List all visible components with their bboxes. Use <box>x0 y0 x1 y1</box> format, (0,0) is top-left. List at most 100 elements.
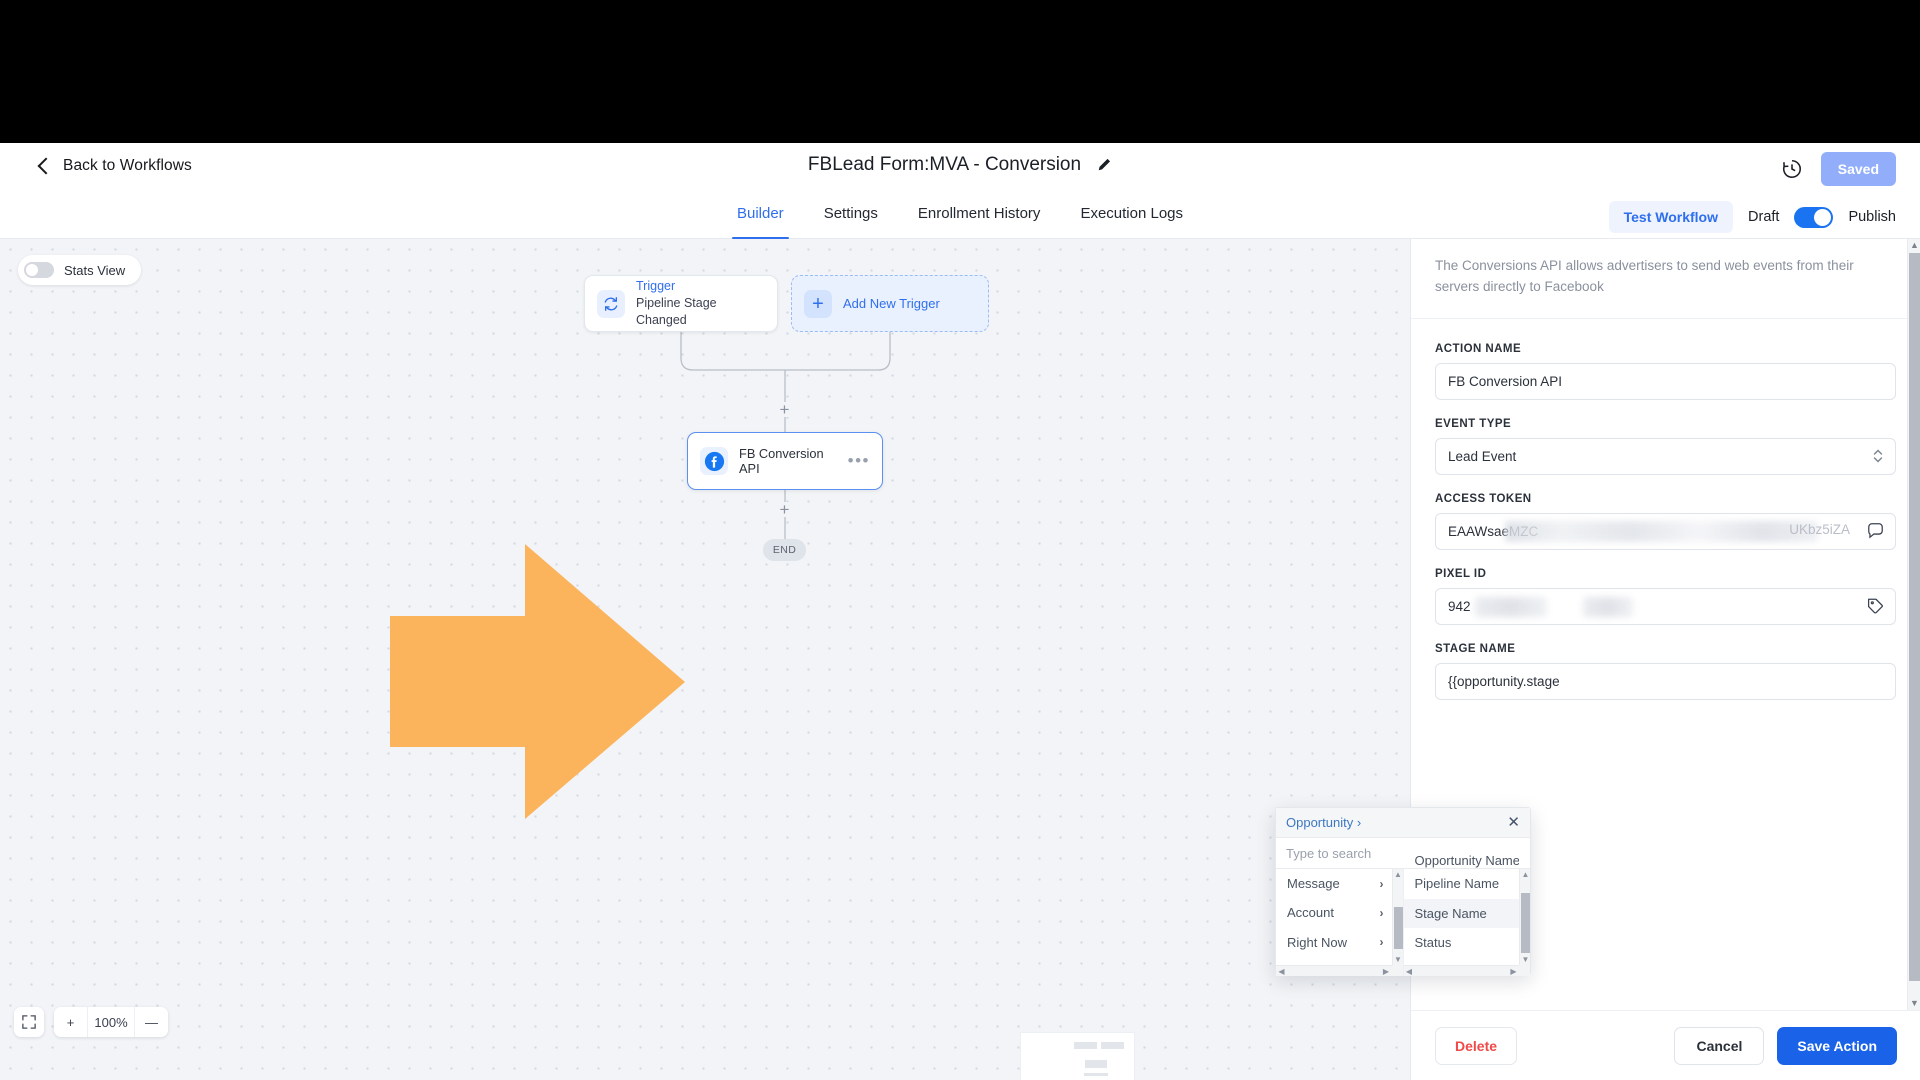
ellipsis-icon[interactable]: ••• <box>848 452 870 469</box>
pencil-icon[interactable] <box>1096 157 1112 173</box>
clock-history-icon[interactable] <box>1781 158 1803 180</box>
scroll-left-arrow-icon[interactable]: ◀ <box>1276 966 1287 977</box>
saved-button[interactable]: Saved <box>1820 152 1896 186</box>
list-item-label: Message <box>1287 876 1340 892</box>
scroll-left-arrow-icon[interactable]: ◀ <box>1404 966 1415 977</box>
trigger-node-title: Trigger <box>636 279 676 294</box>
browser-chrome-strip <box>0 0 1920 143</box>
fullscreen-expand-icon[interactable] <box>14 1007 44 1037</box>
panel-footer: Delete Cancel Save Action <box>1411 1010 1920 1080</box>
trigger-node-subtitle: Pipeline Stage Changed <box>636 296 717 327</box>
field-label: ACTION NAME <box>1435 342 1522 355</box>
add-new-trigger-label: Add New Trigger <box>843 296 940 311</box>
variable-picker-popup[interactable]: Opportunity › ✕ Message › Account › Right … <box>1275 807 1531 977</box>
delete-button[interactable]: Delete <box>1435 1026 1518 1065</box>
tab-settings[interactable]: Settings <box>822 195 880 239</box>
action-node-fb-conversion-api[interactable]: FB Conversion API ••• <box>687 432 883 490</box>
workflow-app: Back to Workflows FBLead Form:MVA - Conv… <box>0 143 1920 1080</box>
redacted-pixel-overlay <box>1583 596 1633 617</box>
test-workflow-button[interactable]: Test Workflow <box>1608 201 1734 233</box>
field-label: STAGE NAME <box>1435 642 1516 655</box>
panel-description: The Conversions API allows advertisers t… <box>1411 239 1920 319</box>
add-new-trigger-node[interactable]: + Add New Trigger <box>791 275 989 332</box>
chevron-left-icon <box>37 157 55 175</box>
app-header: Back to Workflows FBLead Form:MVA - Conv… <box>0 143 1920 195</box>
minimap-node <box>1101 1042 1124 1049</box>
list-item[interactable]: Status <box>1404 928 1520 957</box>
add-step-plus-top[interactable]: + <box>777 401 792 418</box>
zoom-in-button[interactable]: + <box>54 1007 87 1037</box>
picker-left-column: Message › Account › Right Now › Attribution… <box>1276 869 1404 976</box>
event-type-select-wrap <box>1435 437 1896 475</box>
pixel-id-wrap <box>1435 587 1896 625</box>
chevron-right-icon: › <box>1379 876 1384 891</box>
end-node: END <box>763 539 806 561</box>
cancel-button[interactable]: Cancel <box>1674 1026 1765 1065</box>
scroll-up-arrow-icon[interactable]: ▲ <box>1908 239 1920 252</box>
scroll-up-arrow-icon[interactable]: ▲ <box>1520 869 1531 880</box>
add-step-plus-bottom[interactable]: + <box>777 501 792 518</box>
close-icon[interactable]: ✕ <box>1507 815 1520 830</box>
scroll-down-arrow-icon[interactable]: ▼ <box>1908 997 1920 1010</box>
scroll-right-arrow-icon[interactable]: ▶ <box>1508 966 1519 977</box>
publish-toggle[interactable] <box>1794 206 1834 228</box>
field-event-type: EVENT TYPE <box>1435 418 1896 475</box>
save-action-button[interactable]: Save Action <box>1777 1026 1897 1065</box>
list-item[interactable]: Right Now › <box>1276 928 1392 957</box>
toggle-knob <box>1814 208 1832 226</box>
picker-right-list: Opportunity Name Pipeline Name Stage Nam… <box>1403 853 1520 965</box>
field-label: ACCESS TOKEN <box>1435 492 1532 505</box>
field-label: EVENT TYPE <box>1435 417 1512 430</box>
action-name-input[interactable] <box>1435 362 1896 400</box>
picker-left-hscrollbar[interactable]: ◀ ▶ <box>1276 965 1392 976</box>
stats-view-toggle[interactable]: Stats View <box>18 255 142 285</box>
scroll-down-arrow-icon[interactable]: ▼ <box>1393 954 1404 965</box>
scroll-down-arrow-icon[interactable]: ▼ <box>1520 954 1531 965</box>
minimap-node <box>1084 1073 1108 1076</box>
picker-left-vscrollbar[interactable]: ▲ ▼ <box>1391 869 1404 965</box>
refresh-sync-icon <box>597 289 625 318</box>
list-item-label: Stage Name <box>1414 905 1487 921</box>
list-item[interactable]: Account › <box>1276 898 1392 927</box>
list-item[interactable]: Opportunity Name <box>1404 853 1520 869</box>
trigger-node[interactable]: Trigger Pipeline Stage Changed <box>584 275 778 332</box>
list-item[interactable]: Message › <box>1276 869 1392 898</box>
canvas-minimap[interactable] <box>1020 1032 1135 1080</box>
tab-execution-logs[interactable]: Execution Logs <box>1078 195 1185 239</box>
breadcrumb[interactable]: Opportunity › <box>1286 815 1361 830</box>
tab-builder[interactable]: Builder <box>732 195 789 239</box>
scroll-up-arrow-icon[interactable]: ▲ <box>1393 869 1404 880</box>
minimap-node <box>1085 1060 1107 1068</box>
custom-value-icon[interactable] <box>1866 521 1885 545</box>
panel-scrollbar[interactable]: ▲ ▼ <box>1907 239 1920 1010</box>
picker-right-hscrollbar[interactable]: ◀ ▶ <box>1403 965 1519 977</box>
back-to-workflows-label: Back to Workflows <box>63 157 192 174</box>
list-item[interactable]: Attribution› <box>1276 957 1392 965</box>
list-item[interactable]: Lead Value <box>1404 957 1520 965</box>
scrollbar-thumb[interactable] <box>1521 893 1530 953</box>
field-pixel-id: PIXEL ID <box>1435 568 1896 625</box>
tab-bar: Builder Settings Enrollment History Exec… <box>0 195 1920 239</box>
list-item-label: Account <box>1287 905 1334 921</box>
back-to-workflows-link[interactable]: Back to Workflows <box>37 157 192 175</box>
scrollbar-thumb[interactable] <box>1909 253 1920 981</box>
scroll-right-arrow-icon[interactable]: ▶ <box>1381 966 1392 977</box>
chevron-right-icon: › <box>1379 935 1384 950</box>
list-item[interactable]: Pipeline Name <box>1404 869 1520 898</box>
tag-icon[interactable] <box>1866 596 1885 620</box>
panel-form: ACTION NAME EVENT TYPE <box>1411 319 1920 700</box>
scrollbar-thumb[interactable] <box>1393 907 1403 949</box>
tab-enrollment-history[interactable]: Enrollment History <box>916 195 1043 239</box>
list-item[interactable]: Stage Name <box>1403 898 1519 928</box>
draft-label: Draft <box>1748 209 1780 225</box>
event-type-select[interactable] <box>1435 437 1896 475</box>
annotation-arrow-icon <box>390 544 685 819</box>
chevron-updown-icon[interactable] <box>1873 447 1883 467</box>
access-token-tail: UKbz5iZA <box>1789 521 1850 537</box>
facebook-icon <box>700 447 728 475</box>
stage-name-input[interactable] <box>1435 662 1896 700</box>
picker-right-vscrollbar[interactable]: ▲ ▼ <box>1519 869 1530 965</box>
page-title: FBLead Form:MVA - Conversion <box>807 154 1082 175</box>
workflow-canvas[interactable]: Stats View Trigger Pipeline Stage Change… <box>0 239 1410 1080</box>
zoom-out-button[interactable]: — <box>135 1007 168 1037</box>
